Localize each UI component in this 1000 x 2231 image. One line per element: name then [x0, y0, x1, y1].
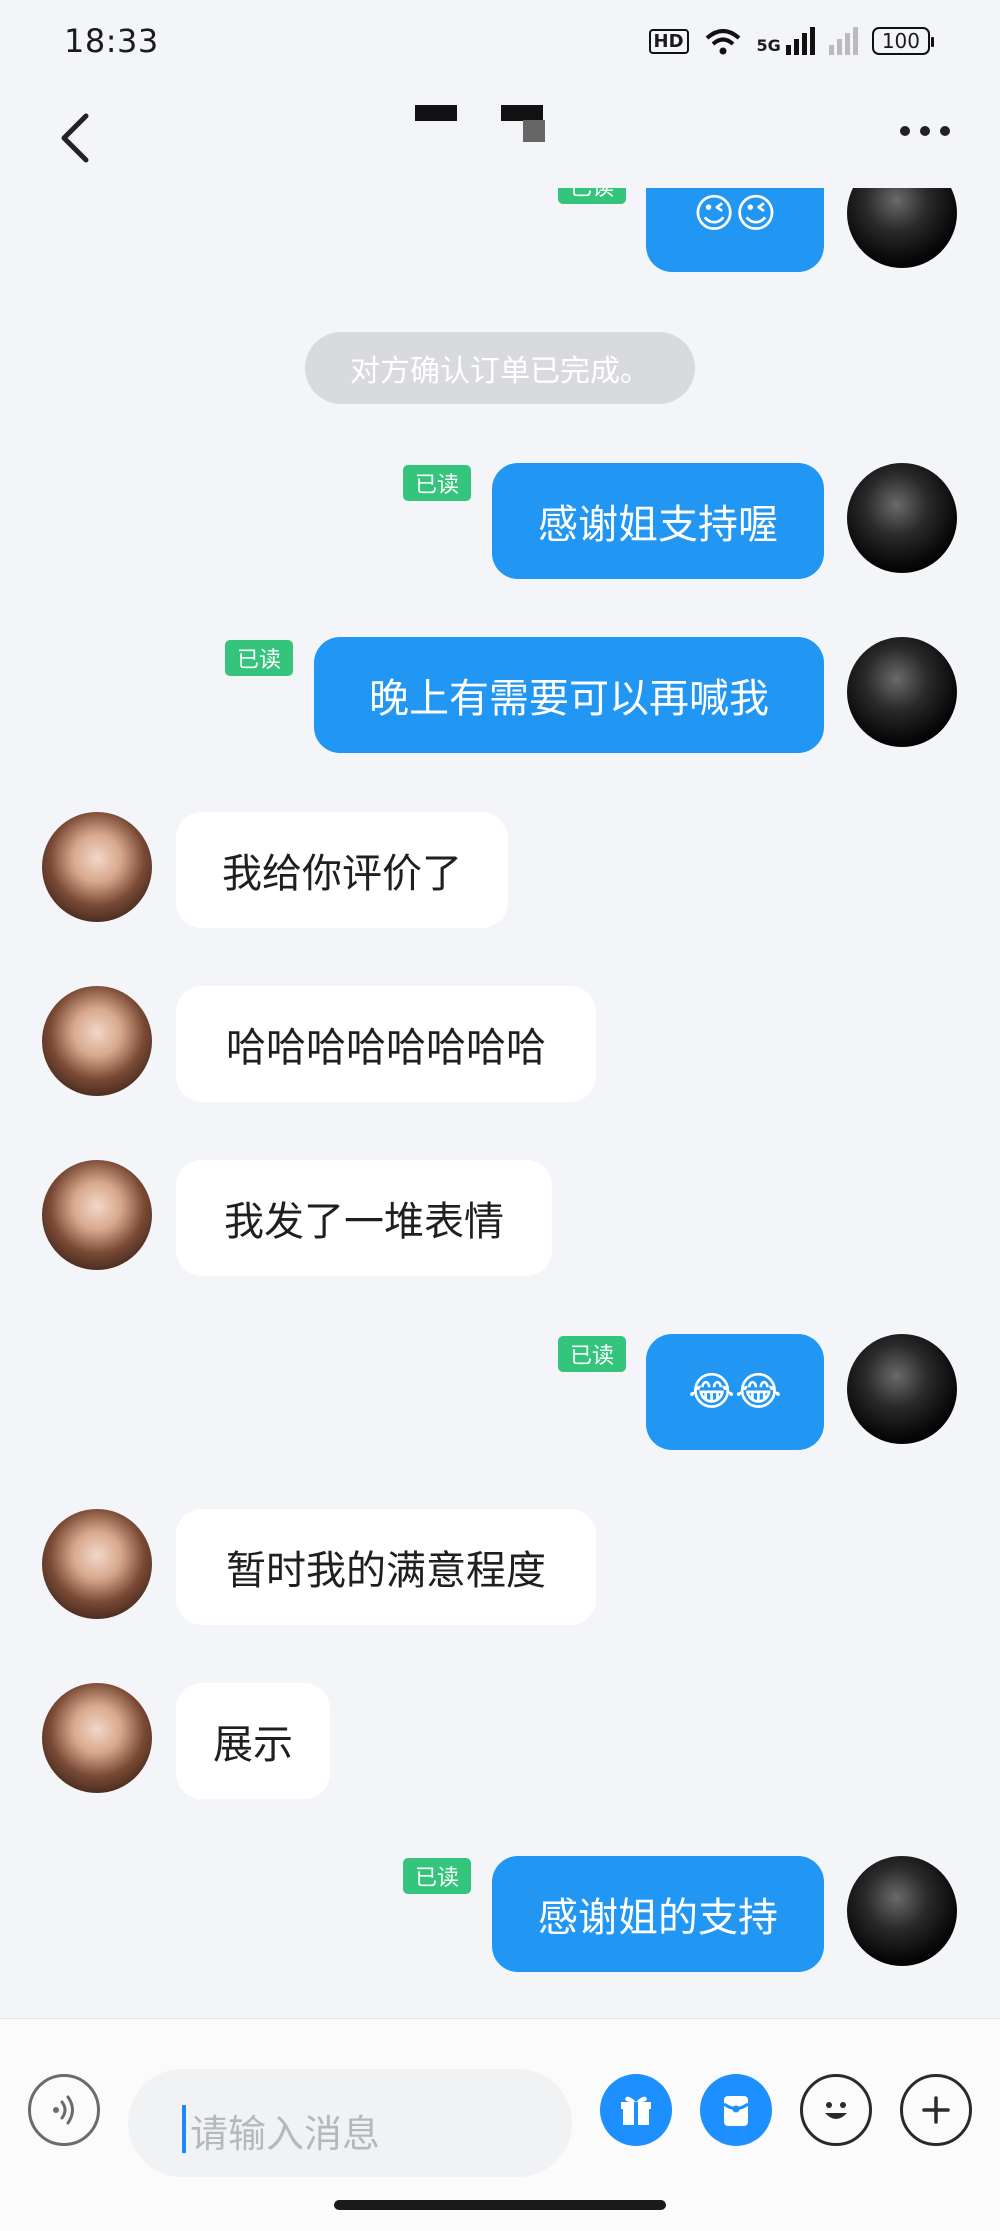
contact-avatar[interactable]	[42, 1683, 152, 1793]
my-avatar[interactable]	[847, 1334, 957, 1444]
read-badge: 已读	[558, 188, 627, 204]
system-notice: 对方确认订单已完成。	[305, 332, 695, 404]
hd-icon: HD	[648, 28, 689, 54]
input-placeholder: 请输入消息	[190, 2112, 381, 2156]
contact-avatar[interactable]	[42, 812, 152, 922]
message-bubble-out[interactable]: 😂😂	[646, 1334, 824, 1450]
contact-avatar[interactable]	[42, 1509, 152, 1619]
my-avatar[interactable]	[847, 463, 957, 573]
more-horizontal-icon[interactable]	[900, 126, 950, 136]
message-bubble-in[interactable]: 哈哈哈哈哈哈哈哈	[176, 986, 596, 1102]
chevron-left-icon[interactable]	[50, 108, 100, 168]
contact-avatar[interactable]	[42, 986, 152, 1096]
text-caret	[182, 2105, 186, 2153]
red-packet-icon[interactable]	[700, 2074, 772, 2146]
network-icon: 5G	[757, 27, 815, 55]
message-bubble-out[interactable]: 感谢姐的支持	[492, 1856, 824, 1972]
my-avatar[interactable]	[847, 188, 957, 268]
message-bubble-out[interactable]: 感谢姐支持喔	[492, 463, 824, 579]
contact-avatar[interactable]	[42, 1160, 152, 1270]
emoji-icon[interactable]	[800, 2074, 872, 2146]
status-time: 18:33	[64, 22, 159, 60]
my-avatar[interactable]	[847, 1856, 957, 1966]
message-bubble-out[interactable]: 晚上有需要可以再喊我	[314, 637, 824, 753]
plus-icon[interactable]	[900, 2074, 972, 2146]
status-icons: HD 5G 100	[648, 26, 935, 56]
message-bubble-in[interactable]: 我发了一堆表情	[176, 1160, 552, 1276]
signal-icon	[828, 27, 858, 55]
wifi-icon	[705, 29, 740, 55]
voice-icon[interactable]	[28, 2074, 100, 2146]
read-badge: 已读	[225, 640, 294, 676]
read-badge: 已读	[403, 465, 472, 501]
redacted-contact-name	[415, 105, 545, 142]
read-badge: 已读	[403, 1858, 472, 1894]
home-indicator[interactable]	[334, 2200, 666, 2210]
message-bubble-in[interactable]: 暂时我的满意程度	[176, 1509, 596, 1625]
message-list-top: 已读 😉😉	[0, 188, 1000, 288]
message-input[interactable]: 请输入消息	[128, 2069, 572, 2177]
read-badge: 已读	[558, 1336, 627, 1372]
message-bubble-out[interactable]: 😉😉	[646, 188, 824, 272]
my-avatar[interactable]	[847, 637, 957, 747]
message-bubble-in[interactable]: 我给你评价了	[176, 812, 508, 928]
status-bar: 18:33 HD 5G 100	[0, 0, 1000, 88]
message-bubble-in[interactable]: 展示	[176, 1683, 330, 1799]
gift-icon[interactable]	[600, 2074, 672, 2146]
battery-icon: 100	[871, 27, 935, 55]
